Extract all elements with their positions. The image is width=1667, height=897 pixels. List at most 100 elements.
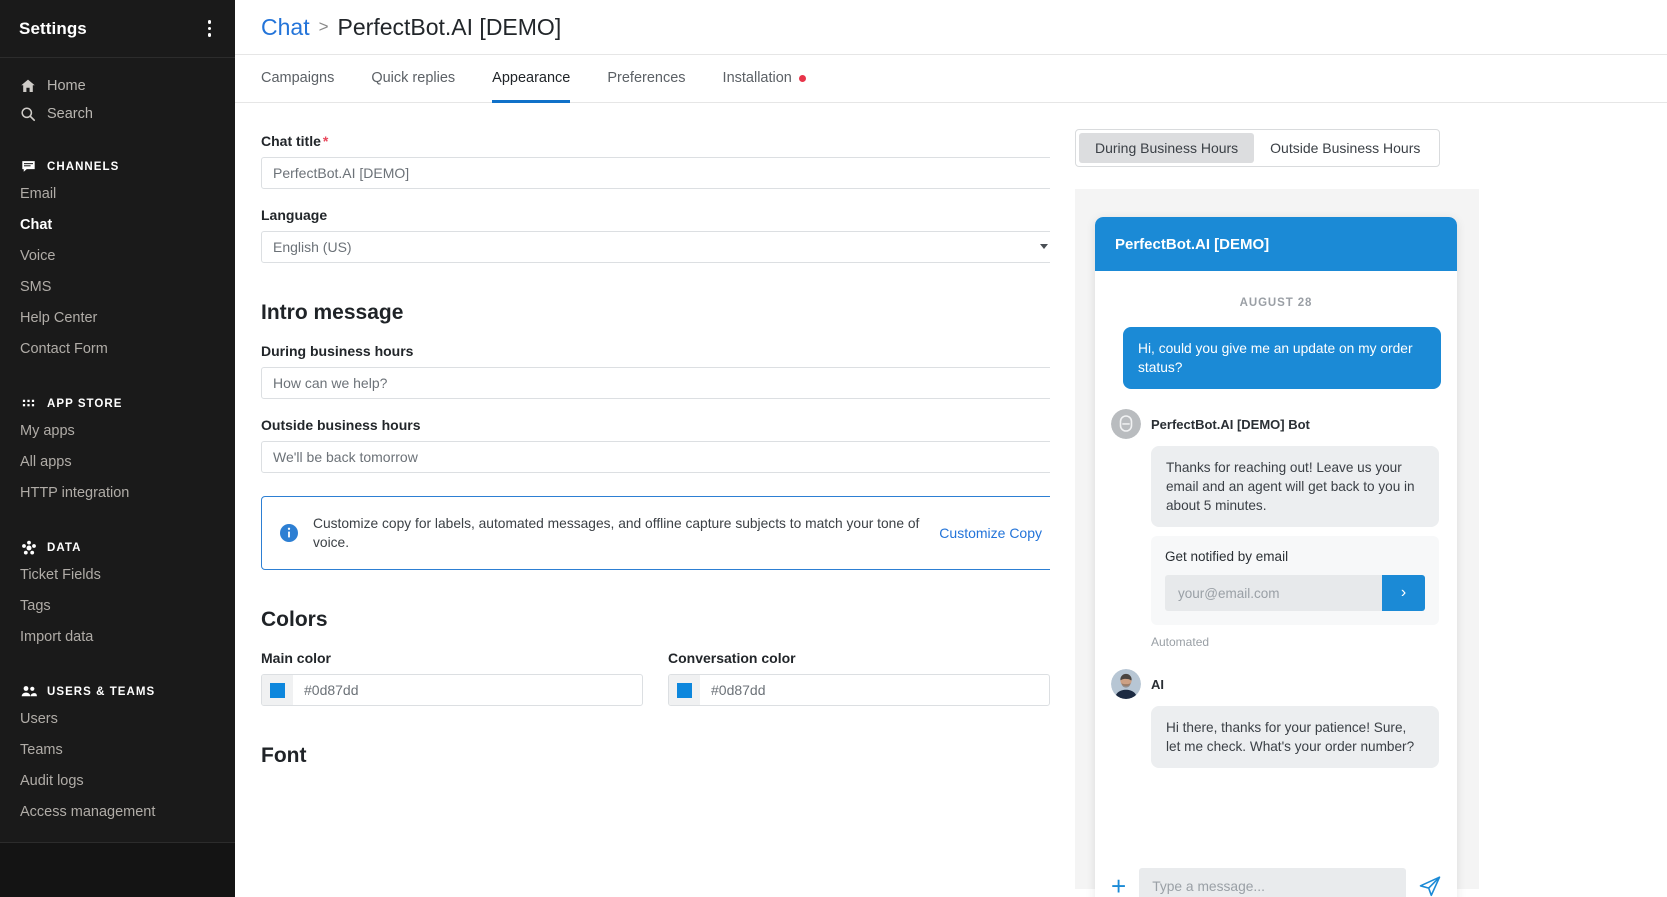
- chat-title-label: Chat title *: [261, 133, 1050, 149]
- conversation-color-swatch-button[interactable]: [669, 675, 700, 705]
- sidebar-item-chat[interactable]: Chat: [0, 210, 235, 241]
- conversation-color-input[interactable]: #0d87dd: [668, 674, 1050, 706]
- sidebar-group-data: DATA: [0, 531, 235, 560]
- color-swatch-icon: [677, 682, 692, 698]
- language-label: Language: [261, 207, 328, 223]
- home-icon: [20, 78, 36, 94]
- message-bubble-user: Hi, could you give me an update on my or…: [1123, 327, 1441, 389]
- sidebar-item-ticket-fields[interactable]: Ticket Fields: [0, 560, 235, 591]
- tab-label: Campaigns: [261, 70, 335, 86]
- plus-icon[interactable]: +: [1111, 873, 1126, 897]
- widget-preview-panel: During Business Hours Outside Business H…: [1050, 103, 1667, 897]
- chat-title-input[interactable]: PerfectBot.AI [DEMO]: [261, 157, 1050, 189]
- kebab-menu-icon[interactable]: [204, 16, 216, 41]
- sidebar-item-tags[interactable]: Tags: [0, 591, 235, 622]
- colors-row: Main color #0d87dd Conversation color #0…: [261, 650, 1050, 706]
- sidebar-item-help-center[interactable]: Help Center: [0, 303, 235, 334]
- date-divider: AUGUST 28: [1239, 297, 1313, 309]
- chat-title-label-text: Chat title: [261, 133, 321, 149]
- chevron-right-icon[interactable]: ›: [1382, 575, 1425, 611]
- outside-business-hours-label: Outside business hours: [261, 417, 421, 433]
- sidebar-item-email[interactable]: Email: [0, 179, 235, 210]
- message-bubble-agent: Hi there, thanks for your patience! Sure…: [1151, 706, 1439, 768]
- sidebar-item-sms[interactable]: SMS: [0, 272, 235, 303]
- sidebar-item-users[interactable]: Users: [0, 704, 235, 735]
- message-input[interactable]: Type a message...: [1139, 868, 1406, 897]
- tab-installation[interactable]: Installation: [723, 56, 806, 103]
- email-capture-title: Get notified by email: [1165, 549, 1289, 564]
- grid-icon: [20, 395, 37, 412]
- page-title: PerfectBot.AI [DEMO]: [337, 13, 562, 40]
- sidebar-item-teams[interactable]: Teams: [0, 735, 235, 766]
- search-icon: [20, 106, 36, 122]
- color-swatch-icon: [270, 682, 285, 698]
- sender-name: AI: [1151, 676, 1164, 692]
- sidebar-item-label: Search: [47, 106, 93, 122]
- tab-label: Installation: [722, 70, 792, 86]
- main-color-label: Main color: [261, 650, 332, 666]
- segment-during-business-hours[interactable]: During Business Hours: [1079, 133, 1255, 163]
- sidebar-title: Settings: [19, 18, 87, 38]
- customize-copy-link[interactable]: Customize Copy: [939, 525, 1042, 541]
- sidebar-header: Settings: [0, 0, 235, 58]
- conversation-color-group: Conversation color #0d87dd: [668, 650, 1050, 706]
- message-sender-agent: AI: [1111, 669, 1441, 699]
- chat-widget: PerfectBot.AI [DEMO] AUGUST 28 Hi, could…: [1095, 217, 1457, 897]
- appearance-form: Chat title * PerfectBot.AI [DEMO] Languag…: [235, 103, 1050, 897]
- outside-business-hours-input[interactable]: We'll be back tomorrow: [261, 441, 1050, 473]
- info-icon: [280, 524, 298, 542]
- sidebar-item-access-management[interactable]: Access management: [0, 797, 235, 828]
- sidebar-item-audit-logs[interactable]: Audit logs: [0, 766, 235, 797]
- segment-outside-business-hours[interactable]: Outside Business Hours: [1254, 133, 1436, 163]
- sidebar-item-http-integration[interactable]: HTTP integration: [0, 478, 235, 509]
- sidebar-footer: [0, 842, 235, 897]
- people-icon: [20, 683, 37, 700]
- required-asterisk: *: [322, 133, 329, 149]
- tab-preferences[interactable]: Preferences: [607, 56, 685, 103]
- breadcrumb-parent-link[interactable]: Chat: [261, 14, 310, 41]
- during-business-hours-input[interactable]: How can we help?: [261, 367, 1050, 399]
- chevron-down-icon: [1040, 244, 1048, 249]
- main-color-input[interactable]: #0d87dd: [261, 674, 643, 706]
- sidebar-item-all-apps[interactable]: All apps: [0, 447, 235, 478]
- chat-widget-composer: + Type a message...: [1095, 855, 1457, 897]
- sidebar-group-users-teams: USERS & TEAMS: [0, 675, 235, 704]
- app-root: Settings Home Search CHANNELS Email Chat…: [0, 0, 1667, 897]
- sidebar-item-contact-form[interactable]: Contact Form: [0, 334, 235, 365]
- sidebar-item-search[interactable]: Search: [0, 100, 235, 128]
- email-capture-row: your@email.com ›: [1165, 575, 1425, 611]
- main-content: Chat > PerfectBot.AI [DEMO] Campaigns Qu…: [235, 0, 1667, 897]
- send-paper-plane-icon[interactable]: [1419, 875, 1441, 897]
- automated-label: Automated: [1151, 635, 1210, 649]
- agent-avatar: [1111, 669, 1141, 699]
- message-bubble-bot: Thanks for reaching out! Leave us your e…: [1151, 446, 1439, 527]
- sidebar-item-import-data[interactable]: Import data: [0, 622, 235, 653]
- main-color-group: Main color #0d87dd: [261, 650, 643, 706]
- language-select-wrap: English (US): [261, 231, 1050, 263]
- sidebar: Settings Home Search CHANNELS Email Chat…: [0, 0, 235, 897]
- business-hours-segmented-control: During Business Hours Outside Business H…: [1075, 129, 1441, 167]
- breadcrumb: Chat > PerfectBot.AI [DEMO]: [235, 0, 1667, 55]
- sidebar-group-label: USERS & TEAMS: [47, 685, 156, 698]
- main-color-value: #0d87dd: [304, 682, 359, 698]
- callout-text: Customize copy for labels, automated mes…: [313, 516, 920, 550]
- language-select[interactable]: English (US): [261, 231, 1050, 263]
- tab-quick-replies[interactable]: Quick replies: [371, 56, 455, 103]
- sidebar-item-my-apps[interactable]: My apps: [0, 416, 235, 447]
- customize-copy-callout: Customize copy for labels, automated mes…: [261, 496, 1050, 570]
- tab-label: Appearance: [492, 70, 571, 86]
- tab-appearance[interactable]: Appearance: [492, 56, 571, 103]
- sidebar-item-label: Home: [47, 78, 86, 94]
- sidebar-group-app-store: APP STORE: [0, 387, 235, 416]
- widget-preview-stage: PerfectBot.AI [DEMO] AUGUST 28 Hi, could…: [1075, 189, 1479, 897]
- sidebar-item-voice[interactable]: Voice: [0, 241, 235, 272]
- intro-message-heading: Intro message: [261, 301, 404, 324]
- tab-campaigns[interactable]: Campaigns: [261, 56, 334, 103]
- conversation-color-value: #0d87dd: [711, 682, 766, 698]
- sidebar-group-label: CHANNELS: [47, 160, 120, 173]
- sidebar-group-label: APP STORE: [47, 397, 123, 410]
- sender-name: PerfectBot.AI [DEMO] Bot: [1151, 416, 1310, 432]
- email-capture-input[interactable]: your@email.com: [1165, 575, 1382, 611]
- main-color-swatch-button[interactable]: [262, 675, 293, 705]
- sidebar-item-home[interactable]: Home: [0, 72, 235, 100]
